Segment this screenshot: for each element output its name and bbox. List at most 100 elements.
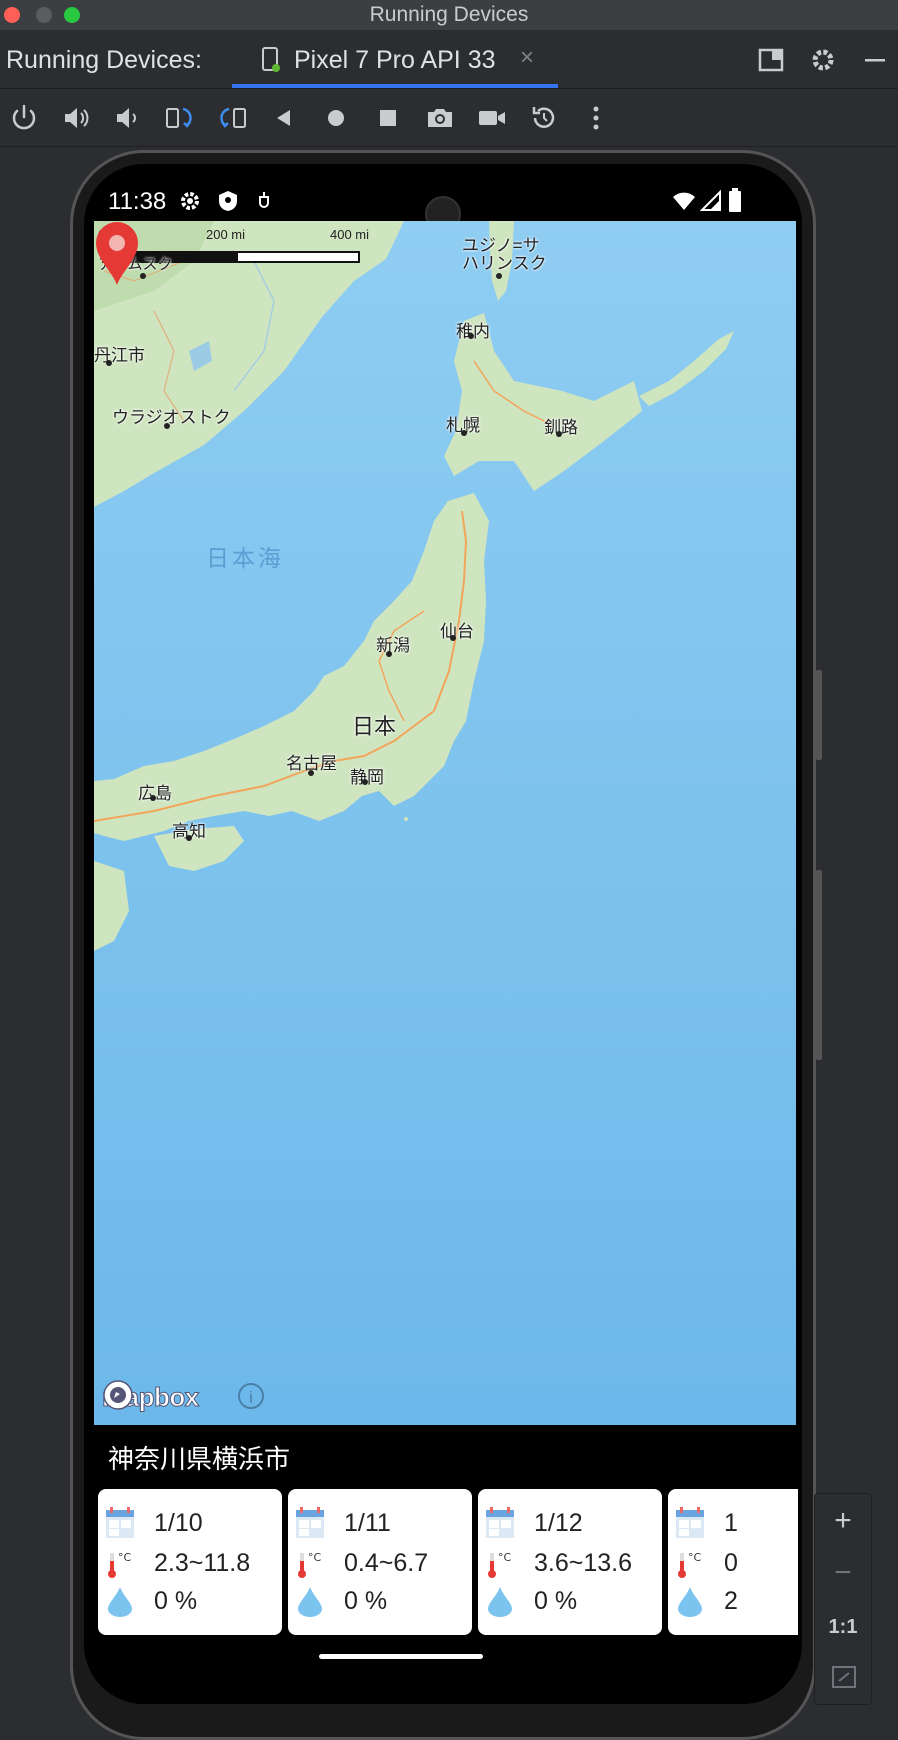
- device-icon: [262, 47, 280, 72]
- tool-window-header: Running Devices: Pixel 7 Pro API 33 ×: [0, 34, 898, 89]
- forecast-temp: 3.6~13.6: [534, 1548, 633, 1577]
- place-japan: 日本: [352, 714, 397, 739]
- city-dot: [461, 430, 467, 436]
- forecast-date: 1/10: [154, 1508, 203, 1537]
- volume-down-icon[interactable]: [112, 102, 144, 134]
- tab-pixel-7-pro[interactable]: Pixel 7 Pro API 33 ×: [232, 34, 558, 88]
- place-sea-of-japan: 日本海: [206, 545, 284, 571]
- forecast-temp: 0: [724, 1548, 738, 1577]
- scale-label-400: 400 mi: [330, 227, 370, 242]
- forecast-rain: 0 %: [344, 1586, 388, 1615]
- zoom-panel: + − 1:1: [814, 1493, 872, 1705]
- forecast-card[interactable]: 1 °C 0 2: [668, 1489, 798, 1635]
- place-wakkanai: 稚内: [456, 322, 490, 341]
- shield-icon: [219, 191, 237, 211]
- gear-icon[interactable]: [808, 46, 838, 76]
- svg-text:°C: °C: [118, 1551, 132, 1564]
- calendar-icon: [486, 1507, 514, 1538]
- device-toolbar: [0, 90, 898, 147]
- water-drop-icon: [298, 1587, 322, 1617]
- rotate-right-icon[interactable]: [216, 102, 248, 134]
- city-dot: [450, 635, 456, 641]
- title-bar: Running Devices: [0, 0, 898, 30]
- thermometer-icon: °C: [298, 1551, 322, 1578]
- debug-icon: [259, 192, 269, 208]
- forecast-date: 1/11: [344, 1508, 391, 1537]
- attribution-info-icon[interactable]: i: [238, 1383, 264, 1409]
- volume-side-button: [816, 870, 822, 1060]
- forecast-date: 1/12: [534, 1508, 583, 1537]
- forecast-rain: 0 %: [154, 1586, 198, 1615]
- zoom-in-button[interactable]: +: [815, 1504, 871, 1538]
- signal-icon: [700, 190, 721, 211]
- thermometer-icon: °C: [488, 1551, 512, 1578]
- calendar-icon: [676, 1507, 704, 1538]
- svg-text:°C: °C: [688, 1551, 702, 1564]
- scale-label-200: 200 mi: [206, 227, 246, 242]
- city-name: 神奈川県横浜市: [108, 1444, 291, 1474]
- forecast-date: 1: [724, 1508, 738, 1537]
- forecast-card[interactable]: 1/11 °C 0.4~6.7 0 %: [288, 1489, 472, 1635]
- battery-icon: [729, 188, 741, 212]
- layout-icon[interactable]: [756, 46, 786, 76]
- water-drop-icon: [678, 1587, 702, 1617]
- tab-label: Pixel 7 Pro API 33: [294, 46, 496, 74]
- city-dot: [150, 795, 156, 801]
- home-gesture-bar[interactable]: [319, 1654, 483, 1659]
- back-icon[interactable]: [268, 102, 300, 134]
- power-icon[interactable]: [8, 102, 40, 134]
- location-pin-icon[interactable]: [94, 221, 140, 285]
- forecast-temp: 0.4~6.7: [344, 1548, 429, 1577]
- tab-active-indicator: [232, 84, 558, 88]
- thermometer-icon: °C: [108, 1551, 132, 1578]
- settings-notification-icon: [181, 192, 199, 210]
- zoom-out-button[interactable]: −: [815, 1556, 871, 1590]
- place-vladivostok: ウラジオストク: [112, 408, 231, 427]
- city-dot: [164, 423, 170, 429]
- zoom-actual-size-button[interactable]: 1:1: [815, 1616, 871, 1639]
- tab-close-icon[interactable]: ×: [520, 44, 534, 72]
- city-dot: [362, 779, 368, 785]
- mapbox-icon: [103, 1380, 133, 1410]
- home-icon[interactable]: [320, 102, 352, 134]
- overview-icon[interactable]: [372, 102, 404, 134]
- city-dot: [468, 333, 474, 339]
- calendar-icon: [106, 1507, 134, 1538]
- rotate-left-icon[interactable]: [164, 102, 196, 134]
- status-time: 11:38: [108, 188, 167, 215]
- forecast-rain: 0 %: [534, 1586, 578, 1615]
- fit-screen-icon[interactable]: [831, 1664, 857, 1690]
- reset-icon[interactable]: [528, 102, 560, 134]
- phone-screen[interactable]: 11:38 200 mi 400 mi ユジノ=サ ハリンスク アヤムスク 丹江…: [84, 164, 802, 1704]
- screenshot-icon[interactable]: [424, 102, 456, 134]
- wifi-icon: [673, 192, 695, 210]
- forecast-card[interactable]: 1/12 °C 3.6~13.6 0 %: [478, 1489, 662, 1635]
- city-dot: [140, 273, 146, 279]
- place-hiroshima: 広島: [138, 784, 172, 803]
- svg-text:°C: °C: [308, 1551, 322, 1564]
- map-view[interactable]: 0 200 mi 400 mi ユジノ=サ ハリンスク アヤムスク 丹江市 稚内…: [94, 221, 796, 1425]
- city-dot: [186, 835, 192, 841]
- place-shizuoka: 静岡: [350, 768, 384, 787]
- mapbox-logo[interactable]: mapbox: [102, 1379, 200, 1415]
- water-drop-icon: [108, 1587, 132, 1617]
- city-dot: [106, 360, 112, 366]
- more-icon[interactable]: [580, 102, 612, 134]
- forecast-panel: 神奈川県横浜市 1/10 °C 2.3~11.8 0 % 1/11 °C 0.4…: [94, 1425, 798, 1704]
- place-tanbo: 丹江市: [94, 346, 145, 365]
- thermometer-icon: °C: [678, 1551, 702, 1578]
- volume-up-icon[interactable]: [60, 102, 92, 134]
- forecast-card[interactable]: 1/10 °C 2.3~11.8 0 %: [98, 1489, 282, 1635]
- city-dot: [386, 651, 392, 657]
- forecast-list[interactable]: 1/10 °C 2.3~11.8 0 % 1/11 °C 0.4~6.7 0 %…: [98, 1489, 798, 1637]
- place-niigata: 新潟: [376, 636, 410, 655]
- screen-record-icon[interactable]: [476, 102, 508, 134]
- window-title: Running Devices: [369, 3, 529, 26]
- forecast-temp: 2.3~11.8: [154, 1548, 251, 1577]
- minimize-icon[interactable]: [860, 46, 890, 76]
- power-side-button: [816, 670, 822, 760]
- city-dot: [496, 273, 502, 279]
- water-drop-icon: [488, 1587, 512, 1617]
- tool-window-title: Running Devices:: [6, 46, 202, 74]
- svg-text:°C: °C: [498, 1551, 512, 1564]
